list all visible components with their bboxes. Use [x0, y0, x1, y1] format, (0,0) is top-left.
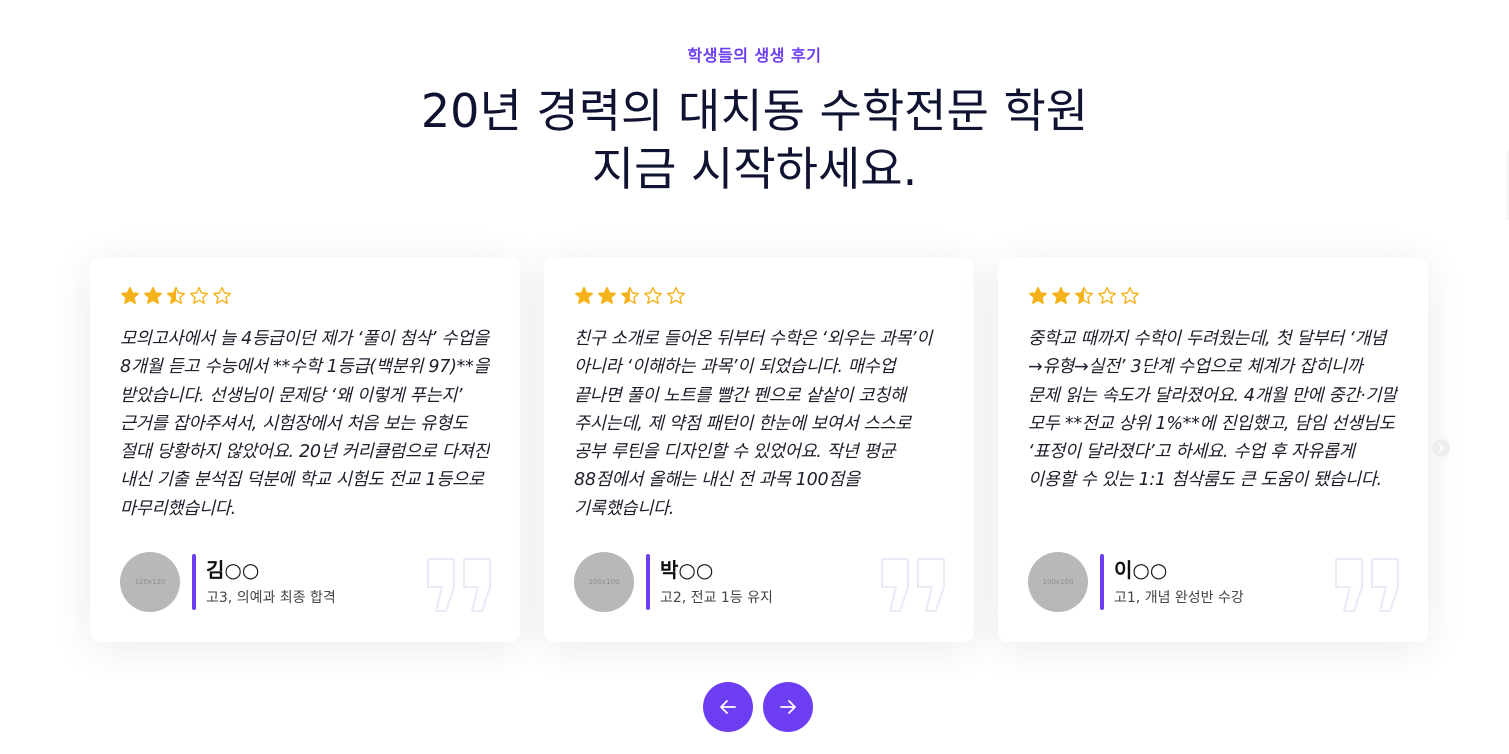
author-info: 김○○ 고3, 의예과 최종 합격: [206, 557, 336, 607]
star-icon: [574, 286, 594, 306]
author-description: 고1, 개념 완성반 수강: [1114, 590, 1244, 606]
review-card: 중학교 때까지 수학이 두려웠는데, 첫 달부터 ‘개념→유형→실전’ 3단계 …: [998, 257, 1428, 642]
review-author: 100x100 이○○ 고1, 개념 완성반 수강: [1028, 552, 1244, 612]
review-text: 중학교 때까지 수학이 두려웠는데, 첫 달부터 ‘개념→유형→실전’ 3단계 …: [1028, 329, 1397, 491]
avatar: 100x100: [574, 552, 634, 612]
author-info: 박○○ 고2, 전교 1등 유지: [660, 557, 773, 607]
star-icon: [212, 286, 232, 306]
star-icon: [189, 286, 209, 306]
star-rating: [1028, 285, 1398, 307]
carousel-nav: [703, 682, 813, 732]
star-rating: [574, 285, 944, 307]
author-name: 이○○: [1114, 558, 1168, 582]
chevron-right-icon: [1438, 443, 1444, 453]
section-eyebrow: 학생들의 생생 후기: [687, 46, 822, 65]
avatar: 100x100: [1028, 552, 1088, 612]
author-divider: [646, 554, 650, 610]
section-title: 20년 경력의 대치동 수학전문 학원 지금 시작하세요.: [0, 82, 1509, 198]
author-name: 박○○: [660, 558, 714, 582]
star-icon: [643, 286, 663, 306]
review-carousel: 모의고사에서 늘 4등급이던 제가 ‘풀이 첨삭’ 수업을 8개월 듣고 수능에…: [90, 257, 1428, 642]
star-icon: [1074, 286, 1094, 306]
star-icon: [597, 286, 617, 306]
star-icon: [1051, 286, 1071, 306]
review-card: 모의고사에서 늘 4등급이던 제가 ‘풀이 첨삭’ 수업을 8개월 듣고 수능에…: [90, 257, 520, 642]
author-divider: [192, 554, 196, 610]
star-rating: [120, 285, 490, 307]
quote-icon: [880, 557, 948, 613]
prev-button[interactable]: [703, 682, 753, 732]
star-icon: [666, 286, 686, 306]
arrow-left-icon: [720, 700, 736, 714]
star-icon: [1120, 286, 1140, 306]
star-icon: [166, 286, 186, 306]
author-description: 고3, 의예과 최종 합격: [206, 590, 336, 606]
section-title-line-1: 20년 경력의 대치동 수학전문 학원: [420, 84, 1089, 138]
author-name: 김○○: [206, 558, 260, 582]
testimonials-section: 학생들의 생생 후기 20년 경력의 대치동 수학전문 학원 지금 시작하세요.…: [0, 0, 1509, 754]
author-divider: [1100, 554, 1104, 610]
quote-icon: [426, 557, 494, 613]
arrow-right-icon: [780, 700, 796, 714]
review-card: 친구 소개로 들어온 뒤부터 수학은 ‘외우는 과목’이 아니라 ‘이해하는 과…: [544, 257, 974, 642]
carousel-next-peek-button[interactable]: [1432, 439, 1450, 457]
review-author: 120x120 김○○ 고3, 의예과 최종 합격: [120, 552, 336, 612]
star-icon: [143, 286, 163, 306]
quote-icon: [1334, 557, 1402, 613]
avatar: 120x120: [120, 552, 180, 612]
author-info: 이○○ 고1, 개념 완성반 수강: [1114, 557, 1244, 607]
review-author: 100x100 박○○ 고2, 전교 1등 유지: [574, 552, 773, 612]
star-icon: [1097, 286, 1117, 306]
section-title-line-2: 지금 시작하세요.: [591, 142, 918, 196]
next-button[interactable]: [763, 682, 813, 732]
star-icon: [1028, 286, 1048, 306]
review-text: 모의고사에서 늘 4등급이던 제가 ‘풀이 첨삭’ 수업을 8개월 듣고 수능에…: [120, 329, 490, 519]
star-icon: [120, 286, 140, 306]
author-description: 고2, 전교 1등 유지: [660, 590, 773, 606]
star-icon: [620, 286, 640, 306]
review-text: 친구 소개로 들어온 뒤부터 수학은 ‘외우는 과목’이 아니라 ‘이해하는 과…: [574, 329, 933, 519]
